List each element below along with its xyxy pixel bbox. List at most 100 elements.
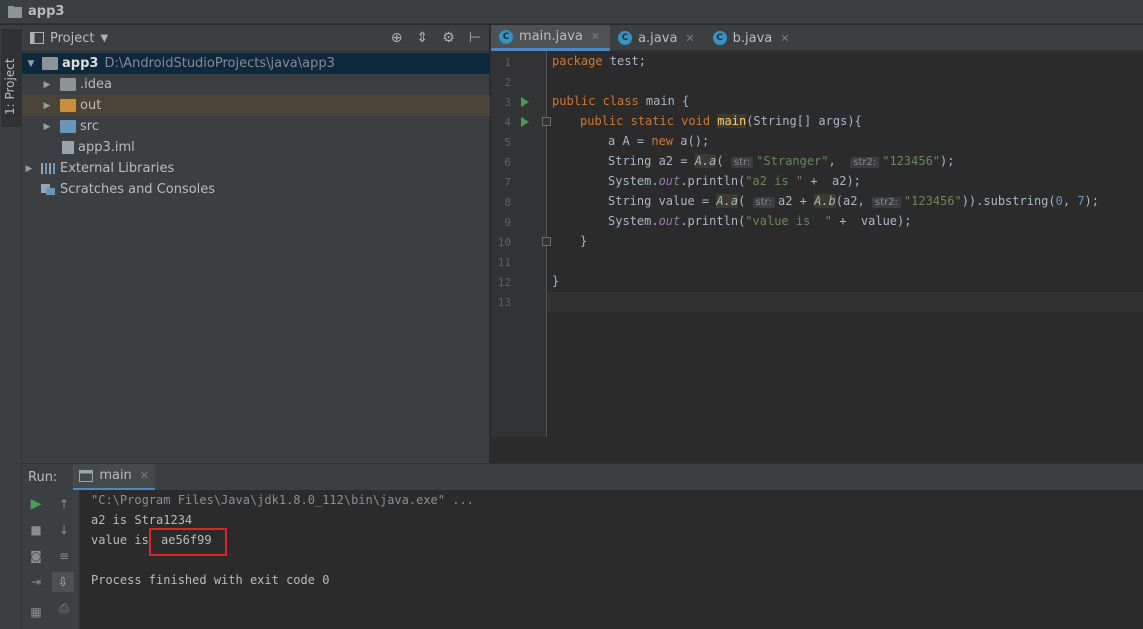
class-icon: C (712, 31, 727, 45)
code-line-8: String value = A.a( str: a2 + A.b(a2, str… (608, 194, 1099, 208)
project-panel: Project ▼ ⊕ ⇕ ⚙ ⊢ ▼ app3 D:\AndroidStudi… (22, 25, 490, 463)
run-tab-main[interactable]: main ✕ (73, 463, 156, 491)
scroll-to-end-icon[interactable]: ⇩ (52, 572, 74, 592)
run-class-icon[interactable] (521, 97, 529, 107)
tree-item-label: out (80, 98, 102, 113)
run-panel-label: Run: (28, 469, 58, 485)
layout-icon[interactable]: ▦ (28, 604, 44, 620)
tree-item-idea[interactable]: ▶ .idea (22, 74, 490, 95)
tree-item-src[interactable]: ▶ src (22, 116, 490, 137)
excluded-folder-icon (60, 99, 76, 112)
code-line-1: package test; (552, 54, 646, 68)
code-line-7: System.out.println("a2 is " + a2); (608, 174, 861, 188)
close-icon[interactable]: ✕ (780, 32, 789, 45)
tree-item-label: External Libraries (60, 161, 175, 176)
down-arrow-icon[interactable]: ↓ (56, 522, 72, 538)
line-number: 13 (497, 296, 511, 309)
caret-row-highlight (491, 292, 1143, 312)
line-number: 8 (504, 196, 511, 209)
line-number: 12 (497, 276, 511, 289)
line-number: 7 (504, 176, 511, 189)
run-main-icon[interactable] (521, 117, 529, 127)
expand-arrow-icon[interactable]: ▼ (26, 59, 36, 69)
tab-a-java[interactable]: C a.java ✕ (610, 25, 705, 51)
line-number: 9 (504, 216, 511, 229)
parameter-hint: str: (752, 197, 775, 208)
line-number: 5 (504, 136, 511, 149)
parameter-hint: str2: (850, 157, 880, 168)
tree-item-external-libraries[interactable]: ▶ External Libraries (22, 158, 490, 179)
close-icon[interactable]: ✕ (140, 469, 149, 482)
run-toolbar: ▶ ↑ ■ ↓ ◙ ≡ ⇥ ⇩ ▦ ⎙ (22, 490, 80, 629)
close-icon[interactable]: ✕ (591, 30, 600, 43)
collapse-arrow-icon[interactable]: ▶ (42, 80, 52, 90)
tab-main-java[interactable]: C main.java ✕ (491, 25, 611, 51)
run-panel-header: Run: main ✕ (22, 463, 1143, 491)
fold-icon[interactable] (542, 237, 551, 246)
line-number: 11 (497, 256, 511, 269)
print-icon[interactable]: ⎙ (56, 600, 72, 616)
left-tool-stripe: 1: Project (0, 25, 22, 629)
editor-tab-bar: C main.java ✕ C a.java ✕ C b.java ✕ (491, 25, 1143, 51)
tree-item-app3-iml[interactable]: app3.iml (22, 137, 490, 158)
folder-icon (60, 78, 76, 91)
source-folder-icon (60, 120, 76, 133)
line-number: 4 (504, 116, 511, 129)
tree-item-label: app3.iml (78, 140, 135, 155)
tree-item-label: .idea (80, 77, 112, 92)
tree-item-label: src (80, 119, 99, 134)
code-line-9: System.out.println("value is " + value); (608, 214, 912, 228)
parameter-hint: str: (730, 157, 754, 168)
tab-b-java[interactable]: C b.java ✕ (705, 25, 800, 51)
tab-label: a.java (638, 30, 678, 46)
tree-item-path: D:\AndroidStudioProjects\java\app3 (104, 56, 335, 71)
window-title: app3 (28, 4, 65, 19)
run-tab-label: main (99, 468, 132, 483)
project-view-icon (30, 32, 44, 44)
editor-gutter: 1 2 3 4 5 6 7 8 9 10 11 12 13 (491, 51, 551, 437)
soft-wrap-icon[interactable]: ≡ (56, 548, 72, 564)
collapse-arrow-icon[interactable]: ▶ (42, 122, 52, 132)
console-line-a2: a2 is Stra1234 (91, 513, 193, 527)
camera-icon[interactable]: ◙ (28, 548, 44, 564)
code-line-10: } (580, 234, 588, 248)
file-icon (62, 141, 74, 154)
tree-item-out[interactable]: ▶ out (22, 95, 490, 116)
stop-icon[interactable]: ■ (28, 522, 44, 538)
fold-icon[interactable] (542, 117, 551, 126)
code-line-6: String a2 = A.a( str: "Stranger", str2: "1… (608, 154, 955, 168)
console-icon (79, 469, 94, 482)
project-tool-tab-label: 1: Project (3, 58, 17, 115)
collapse-all-icon[interactable]: ⇕ (417, 30, 429, 46)
rerun-icon[interactable]: ▶ (28, 496, 44, 512)
gear-icon[interactable]: ⚙ (442, 30, 455, 46)
code-line-4: public static void main(String[] args){ (580, 114, 862, 128)
class-icon: C (618, 31, 633, 45)
tree-item-label: Scratches and Consoles (60, 182, 216, 197)
code-line-3: public class main { (552, 94, 690, 108)
console-output[interactable]: "C:\Program Files\Java\jdk1.8.0_112\bin\… (80, 490, 1143, 629)
collapse-arrow-icon[interactable]: ▶ (42, 101, 52, 111)
line-number: 1 (504, 56, 511, 69)
project-view-selector[interactable]: Project (50, 31, 94, 46)
tree-item-label: app3 (62, 56, 99, 71)
collapse-arrow-icon[interactable]: ▶ (24, 164, 34, 174)
highlight-box (149, 528, 227, 556)
locate-icon[interactable]: ⊕ (391, 30, 403, 46)
hide-icon[interactable]: ⊢ (469, 30, 481, 46)
project-tool-tab[interactable]: 1: Project (1, 29, 21, 127)
module-folder-icon (42, 57, 58, 70)
scratches-icon (41, 184, 55, 195)
close-icon[interactable]: ✕ (685, 32, 694, 45)
title-bar: app3 (0, 0, 1143, 24)
up-arrow-icon[interactable]: ↑ (56, 496, 72, 512)
line-number: 10 (497, 236, 511, 249)
tree-item-app3[interactable]: ▼ app3 D:\AndroidStudioProjects\java\app… (22, 53, 490, 74)
line-number: 2 (504, 76, 511, 89)
tab-label: b.java (732, 30, 773, 46)
console-line-command: "C:\Program Files\Java\jdk1.8.0_112\bin\… (91, 493, 474, 507)
folder-icon (8, 5, 22, 18)
tree-item-scratches[interactable]: Scratches and Consoles (22, 179, 490, 200)
chevron-down-icon[interactable]: ▼ (100, 33, 108, 44)
restore-layout-icon[interactable]: ⇥ (28, 574, 44, 590)
